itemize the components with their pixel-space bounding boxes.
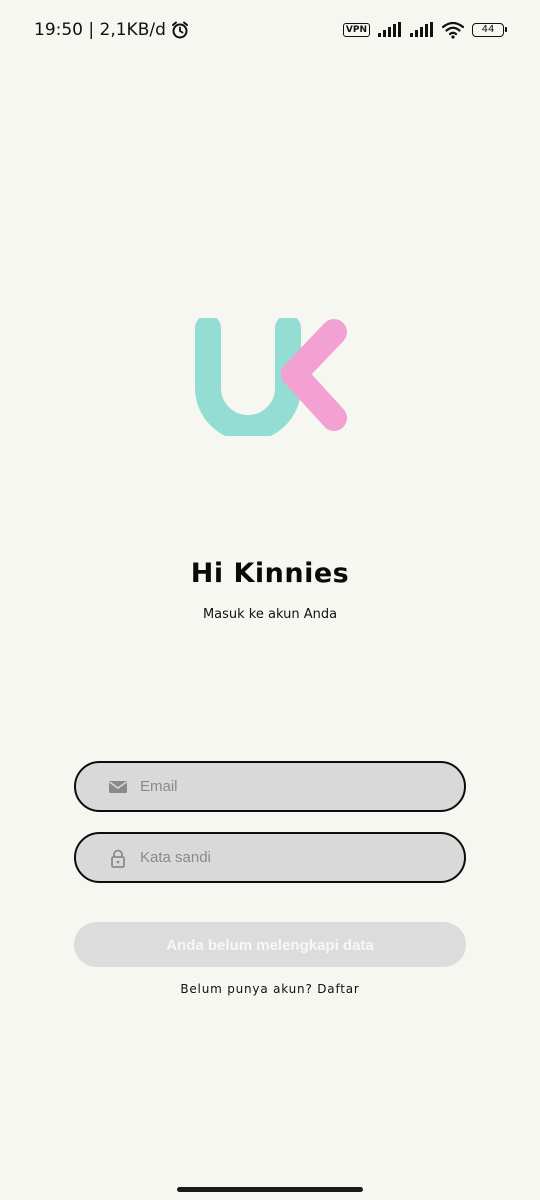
status-left: 19:50 | 2,1KB/d — [34, 18, 190, 42]
envelope-icon — [109, 781, 127, 793]
alarm-clock-icon — [171, 21, 188, 39]
page-title: Hi Kinnies — [190, 558, 350, 589]
page-subtitle: Masuk ke akun Anda — [202, 607, 338, 622]
register-prompt: Belum punya akun? — [180, 982, 313, 996]
wifi-icon — [442, 21, 464, 39]
register-row: Belum punya akun? Daftar — [0, 982, 540, 996]
email-field[interactable] — [74, 761, 466, 812]
status-bar: 19:50 | 2,1KB/d VPN 44 — [0, 0, 540, 60]
logo-letter-u — [195, 318, 301, 436]
signal-icon — [378, 22, 401, 37]
lock-icon — [111, 849, 125, 868]
password-field[interactable] — [74, 832, 466, 883]
battery-level: 44 — [481, 24, 495, 35]
email-input[interactable] — [140, 763, 440, 810]
home-indicator[interactable] — [177, 1187, 363, 1192]
register-link[interactable]: Daftar — [317, 982, 359, 996]
login-button[interactable]: Anda belum melengkapi data — [74, 922, 466, 967]
status-time: 19:50 | 2,1KB/d — [34, 20, 166, 40]
password-input[interactable] — [140, 834, 440, 881]
signal-icon-secondary — [410, 22, 433, 37]
uk-logo — [195, 318, 347, 436]
vpn-badge: VPN — [342, 23, 370, 37]
status-right: VPN 44 — [342, 18, 507, 42]
battery-icon: 44 — [472, 23, 507, 37]
